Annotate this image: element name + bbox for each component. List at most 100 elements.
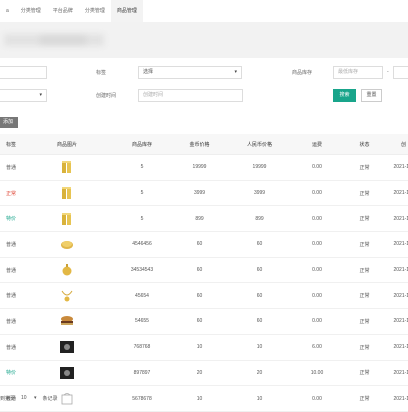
tab-4[interactable]: 商品管理 xyxy=(110,0,143,22)
product-thumbnail[interactable] xyxy=(60,186,74,200)
rmb-price-cell: 60 xyxy=(227,257,292,284)
reset-button[interactable]: 重置 xyxy=(361,89,382,102)
status-cell: 正常 xyxy=(342,282,387,310)
product-thumbnail[interactable] xyxy=(60,237,74,251)
tag-cell: 普通 xyxy=(0,282,22,310)
stock-cell: 5 xyxy=(112,205,172,233)
gold-price-cell: 60 xyxy=(172,231,227,258)
gold-price-cell: 3999 xyxy=(172,180,227,207)
tag-cell: 正常 xyxy=(0,180,22,207)
table-row[interactable]: 普通4565460600.00正常2021-10- xyxy=(0,282,408,310)
tag-select-value: 选择 xyxy=(143,69,154,75)
product-thumbnail[interactable] xyxy=(60,160,74,174)
product-image-cell xyxy=(22,231,112,258)
column-header[interactable]: 状态 xyxy=(342,134,387,155)
tab-1[interactable]: 分类管理 xyxy=(15,0,47,22)
tag-cell: 普通 xyxy=(0,257,22,284)
shipping-cell: 0.00 xyxy=(292,205,342,233)
shipping-cell: 0.00 xyxy=(292,308,342,335)
product-image-cell xyxy=(22,154,112,181)
table-body: 普通519999199990.00正常2021-10-正常5399939990.… xyxy=(0,154,408,412)
rmb-price-cell: 60 xyxy=(227,231,292,258)
gold-price-cell: 60 xyxy=(172,257,227,284)
stock-cell: 897897 xyxy=(112,360,172,387)
tab-3[interactable]: 分类管理 xyxy=(79,0,111,22)
rmb-price-cell: 19999 xyxy=(227,154,292,181)
product-thumbnail[interactable] xyxy=(60,314,74,328)
status-cell: 正常 xyxy=(342,231,387,258)
table-row[interactable]: 普通5465560600.00正常2021-10- xyxy=(0,308,408,335)
tag-cell: 特价 xyxy=(0,205,22,233)
shipping-cell: 0.00 xyxy=(292,180,342,207)
created-cell: 2021-10- xyxy=(387,180,408,207)
tag-cell: 普通 xyxy=(0,154,22,181)
shipping-cell: 6.00 xyxy=(292,334,342,361)
create-time-placeholder: 创建时间 xyxy=(143,92,164,98)
status-select[interactable]: ▾ xyxy=(0,89,47,102)
rmb-price-cell: 899 xyxy=(227,205,292,233)
gold-price-cell: 10 xyxy=(172,334,227,361)
pager-range: 条记录 xyxy=(42,395,58,402)
product-image-cell xyxy=(22,360,112,387)
table-row[interactable]: 正常5399939990.00正常2021-10- xyxy=(0,180,408,207)
tag-cell: 普通 xyxy=(0,231,22,258)
product-thumbnail[interactable] xyxy=(60,366,74,380)
status-cell: 正常 xyxy=(342,308,387,335)
search-button[interactable]: 搜索 xyxy=(333,89,356,102)
tag-cell: 普通 xyxy=(0,308,22,335)
table-row[interactable]: 特价58998990.00正常2021-10- xyxy=(0,205,408,233)
table-row[interactable]: 普通454645660600.00正常2021-10- xyxy=(0,231,408,258)
created-cell: 2021-10- xyxy=(387,231,408,258)
name-input[interactable] xyxy=(0,66,47,79)
stock-min-input[interactable]: 最低库存 xyxy=(333,66,383,79)
stock-max-input[interactable] xyxy=(393,66,408,79)
table-row[interactable]: 普通519999199990.00正常2021-10- xyxy=(0,154,408,181)
product-thumbnail[interactable] xyxy=(60,212,74,226)
create-time-input[interactable]: 创建时间 xyxy=(138,89,243,102)
product-thumbnail[interactable] xyxy=(60,263,74,277)
stock-min-placeholder: 最低库存 xyxy=(338,69,359,75)
created-cell: 2021-10- xyxy=(387,360,408,387)
table-row[interactable]: 特价897897202010.00正常2021-10- xyxy=(0,360,408,387)
create-time-label: 创建时间 xyxy=(96,93,117,99)
table-row[interactable]: 普通76876810106.00正常2021-10- xyxy=(0,334,408,361)
column-header[interactable]: 商品库存 xyxy=(112,134,172,155)
column-header[interactable]: 标签 xyxy=(0,134,22,155)
rmb-price-cell: 3999 xyxy=(227,180,292,207)
gold-price-cell: 60 xyxy=(172,282,227,310)
product-thumbnail[interactable] xyxy=(60,289,74,303)
stock-cell: 54655 xyxy=(112,308,172,335)
gold-price-cell: 60 xyxy=(172,308,227,335)
stock-cell: 5 xyxy=(112,154,172,181)
tab-bar: a 分类管理 平台品牌 分类管理 商品管理 xyxy=(0,0,408,23)
product-thumbnail[interactable] xyxy=(60,340,74,354)
created-cell: 2021-10- xyxy=(387,282,408,310)
page-size-select[interactable]: 10 ▾ xyxy=(21,395,36,401)
created-cell: 2021-10- xyxy=(387,205,408,233)
column-header[interactable]: 创 xyxy=(387,134,408,155)
status-cell: 正常 xyxy=(342,257,387,284)
product-image-cell xyxy=(22,257,112,284)
stock-range-separator: - xyxy=(387,69,389,75)
created-cell: 2021-10- xyxy=(387,154,408,181)
product-table: 标签 商品图片 商品库存 金币价格 人民币价格 运费 状态创 普通 5 19999 19999 0.… xyxy=(0,134,408,412)
created-cell: 2021-10- xyxy=(387,257,408,284)
tab-0[interactable]: a xyxy=(0,0,15,22)
table-row[interactable]: 普通3453454360600.00正常2021-10- xyxy=(0,257,408,284)
product-image-cell xyxy=(22,180,112,207)
stock-cell: 4546456 xyxy=(112,231,172,258)
tab-2[interactable]: 平台品牌 xyxy=(47,0,79,22)
column-header[interactable]: 商品图片 xyxy=(22,134,112,155)
page-header xyxy=(0,22,408,58)
status-cell: 正常 xyxy=(342,205,387,233)
column-header[interactable]: 人民币价格 xyxy=(227,134,292,155)
gold-price-cell: 899 xyxy=(172,205,227,233)
column-header[interactable]: 运费 xyxy=(292,134,342,155)
status-cell: 正常 xyxy=(342,334,387,361)
product-image-cell xyxy=(22,282,112,310)
add-button[interactable]: 添加 xyxy=(0,117,18,128)
tag-select[interactable]: 选择 ▾ xyxy=(138,66,242,79)
column-header[interactable]: 金币价格 xyxy=(172,134,227,155)
pagination: 到第页 10 ▾ 条记录 xyxy=(0,388,408,408)
stock-cell: 5 xyxy=(112,180,172,207)
